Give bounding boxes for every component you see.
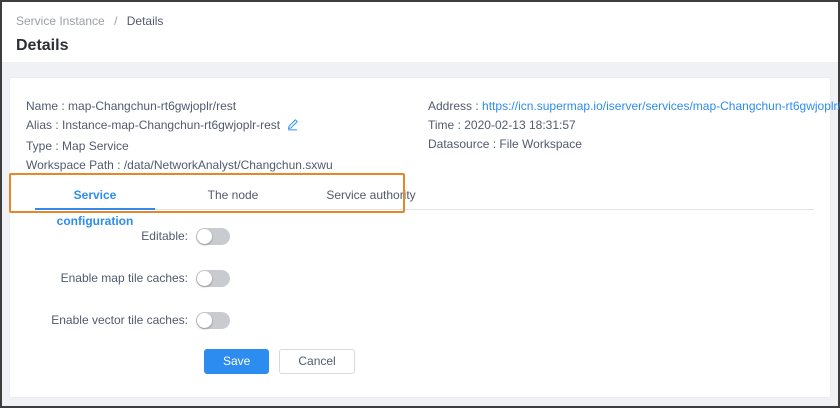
info-row-alias: Alias : Instance-map-Changchun-rt6gwjopl… bbox=[26, 116, 428, 137]
toggle-knob bbox=[197, 271, 212, 286]
address-label: Address bbox=[428, 99, 472, 113]
info-row-workspace-path: Workspace Path : /data/NetworkAnalyst/Ch… bbox=[26, 156, 428, 175]
info-row-datasource: Datasource : File Workspace bbox=[428, 135, 840, 154]
details-card: Name : map-Changchun-rt6gwjoplr/rest Ali… bbox=[9, 77, 831, 398]
colon: : bbox=[114, 158, 124, 172]
time-value: 2020-02-13 18:31:57 bbox=[464, 118, 575, 132]
info-row-time: Time : 2020-02-13 18:31:57 bbox=[428, 116, 840, 135]
datasource-value: File Workspace bbox=[499, 137, 581, 151]
form-row-vector-tile-caches: Enable vector tile caches: bbox=[26, 311, 814, 329]
service-configuration-form: Editable: Enable map tile caches: Enable… bbox=[26, 227, 814, 374]
map-tile-caches-toggle[interactable] bbox=[196, 270, 230, 287]
page-title: Details bbox=[16, 37, 824, 55]
colon: : bbox=[489, 137, 499, 151]
info-column-left: Name : map-Changchun-rt6gwjoplr/rest Ali… bbox=[26, 97, 428, 175]
name-value: map-Changchun-rt6gwjoplr/rest bbox=[68, 99, 236, 113]
page-header: Service Instance / Details Details bbox=[2, 2, 838, 62]
workspace-path-label: Workspace Path bbox=[26, 158, 114, 172]
alias-label: Alias bbox=[26, 118, 52, 132]
workspace-path-value: /data/NetworkAnalyst/Changchun.sxwu bbox=[124, 158, 333, 172]
type-value: Map Service bbox=[62, 139, 129, 153]
form-row-map-tile-caches: Enable map tile caches: bbox=[26, 269, 814, 287]
breadcrumb: Service Instance / Details bbox=[16, 14, 824, 28]
colon: : bbox=[454, 118, 464, 132]
colon: : bbox=[472, 99, 482, 113]
vector-tile-caches-toggle[interactable] bbox=[196, 312, 230, 329]
tab-the-node[interactable]: The node bbox=[173, 182, 293, 210]
service-info-section: Name : map-Changchun-rt6gwjoplr/rest Ali… bbox=[26, 78, 814, 175]
datasource-label: Datasource bbox=[428, 137, 489, 151]
toggle-knob bbox=[197, 229, 212, 244]
alias-value: Instance-map-Changchun-rt6gwjoplr-rest bbox=[62, 118, 280, 132]
breadcrumb-separator: / bbox=[114, 14, 117, 28]
tab-service-authority[interactable]: Service authority bbox=[311, 182, 431, 210]
colon: : bbox=[52, 118, 62, 132]
map-tile-caches-label: Enable map tile caches: bbox=[26, 271, 196, 285]
type-label: Type bbox=[26, 139, 52, 153]
name-label: Name bbox=[26, 99, 58, 113]
info-column-right: Address : https://icn.supermap.io/iserve… bbox=[428, 97, 840, 175]
toggle-knob bbox=[197, 313, 212, 328]
breadcrumb-details: Details bbox=[127, 14, 164, 28]
info-row-name: Name : map-Changchun-rt6gwjoplr/rest bbox=[26, 97, 428, 116]
cancel-button[interactable]: Cancel bbox=[279, 349, 354, 374]
tab-service-configuration[interactable]: Service configuration bbox=[35, 182, 155, 210]
info-row-address: Address : https://icn.supermap.io/iserve… bbox=[428, 97, 840, 116]
form-row-editable: Editable: bbox=[26, 227, 814, 245]
service-address-link[interactable]: https://icn.supermap.io/iserver/services… bbox=[482, 99, 840, 113]
breadcrumb-service-instance[interactable]: Service Instance bbox=[16, 14, 105, 28]
tab-bar: Service configuration The node Service a… bbox=[35, 182, 814, 210]
editable-toggle[interactable] bbox=[196, 228, 230, 245]
colon: : bbox=[58, 99, 68, 113]
time-label: Time bbox=[428, 118, 454, 132]
colon: : bbox=[52, 139, 62, 153]
page-body: Name : map-Changchun-rt6gwjoplr/rest Ali… bbox=[2, 62, 838, 406]
save-button[interactable]: Save bbox=[204, 349, 269, 374]
info-row-type: Type : Map Service bbox=[26, 137, 428, 156]
form-buttons: Save Cancel bbox=[204, 349, 814, 374]
vector-tile-caches-label: Enable vector tile caches: bbox=[26, 313, 196, 327]
edit-pencil-icon[interactable] bbox=[286, 118, 299, 137]
editable-label: Editable: bbox=[26, 229, 196, 243]
